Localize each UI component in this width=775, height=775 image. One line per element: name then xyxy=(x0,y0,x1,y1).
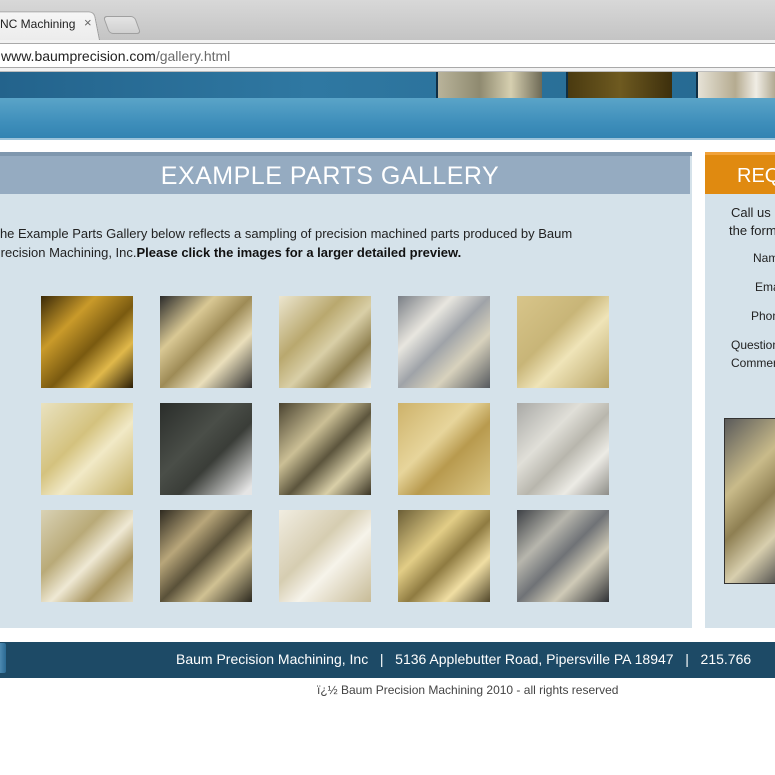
tab-title[interactable]: NC Machining xyxy=(0,17,78,31)
gallery-thumbnail[interactable] xyxy=(41,403,133,495)
gallery-thumbnail[interactable] xyxy=(160,510,252,602)
gallery-intro: The Example Parts Gallery below reflects… xyxy=(0,224,592,262)
gallery-thumbnail[interactable] xyxy=(398,403,490,495)
gallery-thumbnail[interactable] xyxy=(279,510,371,602)
request-form-text: the form xyxy=(729,223,775,238)
url-text[interactable]: www.baumprecision.com/gallery.html xyxy=(1,48,230,64)
form-label-comments: Comments xyxy=(731,356,775,370)
intro-instruction: Please click the images for a larger det… xyxy=(136,245,462,260)
new-tab-button[interactable] xyxy=(102,16,142,34)
gallery-thumbnail[interactable] xyxy=(160,403,252,495)
footer-logo-icon xyxy=(0,643,6,673)
gallery-thumbnail[interactable] xyxy=(517,403,609,495)
banner-photo xyxy=(436,72,542,98)
form-label-questions: Questions xyxy=(731,338,775,352)
gallery-thumbnail[interactable] xyxy=(160,296,252,388)
request-call-text: Call us xyxy=(731,205,771,220)
site-banner xyxy=(0,72,775,98)
gallery-thumbnail[interactable] xyxy=(41,510,133,602)
browser-tab-bar: NC Machining × xyxy=(0,0,775,40)
url-host: www.baumprecision.com xyxy=(1,48,156,64)
request-panel-title: REQ xyxy=(737,165,775,187)
gallery-thumbnail[interactable] xyxy=(279,296,371,388)
form-label-email: Email xyxy=(755,280,775,294)
banner-photo xyxy=(696,72,775,98)
nav-bar xyxy=(0,98,775,140)
tab-close-icon[interactable]: × xyxy=(84,15,92,30)
sidebar-photo xyxy=(724,418,775,584)
gallery-thumbnail[interactable] xyxy=(398,296,490,388)
form-label-phone: Phone xyxy=(751,309,775,323)
banner-photo xyxy=(566,72,672,98)
url-path: /gallery.html xyxy=(155,48,231,64)
address-bar[interactable]: www.baumprecision.com/gallery.html xyxy=(0,43,775,68)
gallery-thumbnail[interactable] xyxy=(398,510,490,602)
browser-toolbar: www.baumprecision.com/gallery.html xyxy=(0,40,775,72)
gallery-thumbnail[interactable] xyxy=(279,403,371,495)
gallery-thumbnail[interactable] xyxy=(517,296,609,388)
footer-contact: Baum Precision Machining, Inc | 5136 App… xyxy=(176,651,752,667)
form-label-name: Name xyxy=(753,251,775,265)
gallery-thumbnail[interactable] xyxy=(517,510,609,602)
copyright-text: ï¿½ Baum Precision Machining 2010 - all … xyxy=(317,683,619,697)
page-title: EXAMPLE PARTS GALLERY xyxy=(160,162,500,190)
gallery-thumbnail[interactable] xyxy=(41,296,133,388)
